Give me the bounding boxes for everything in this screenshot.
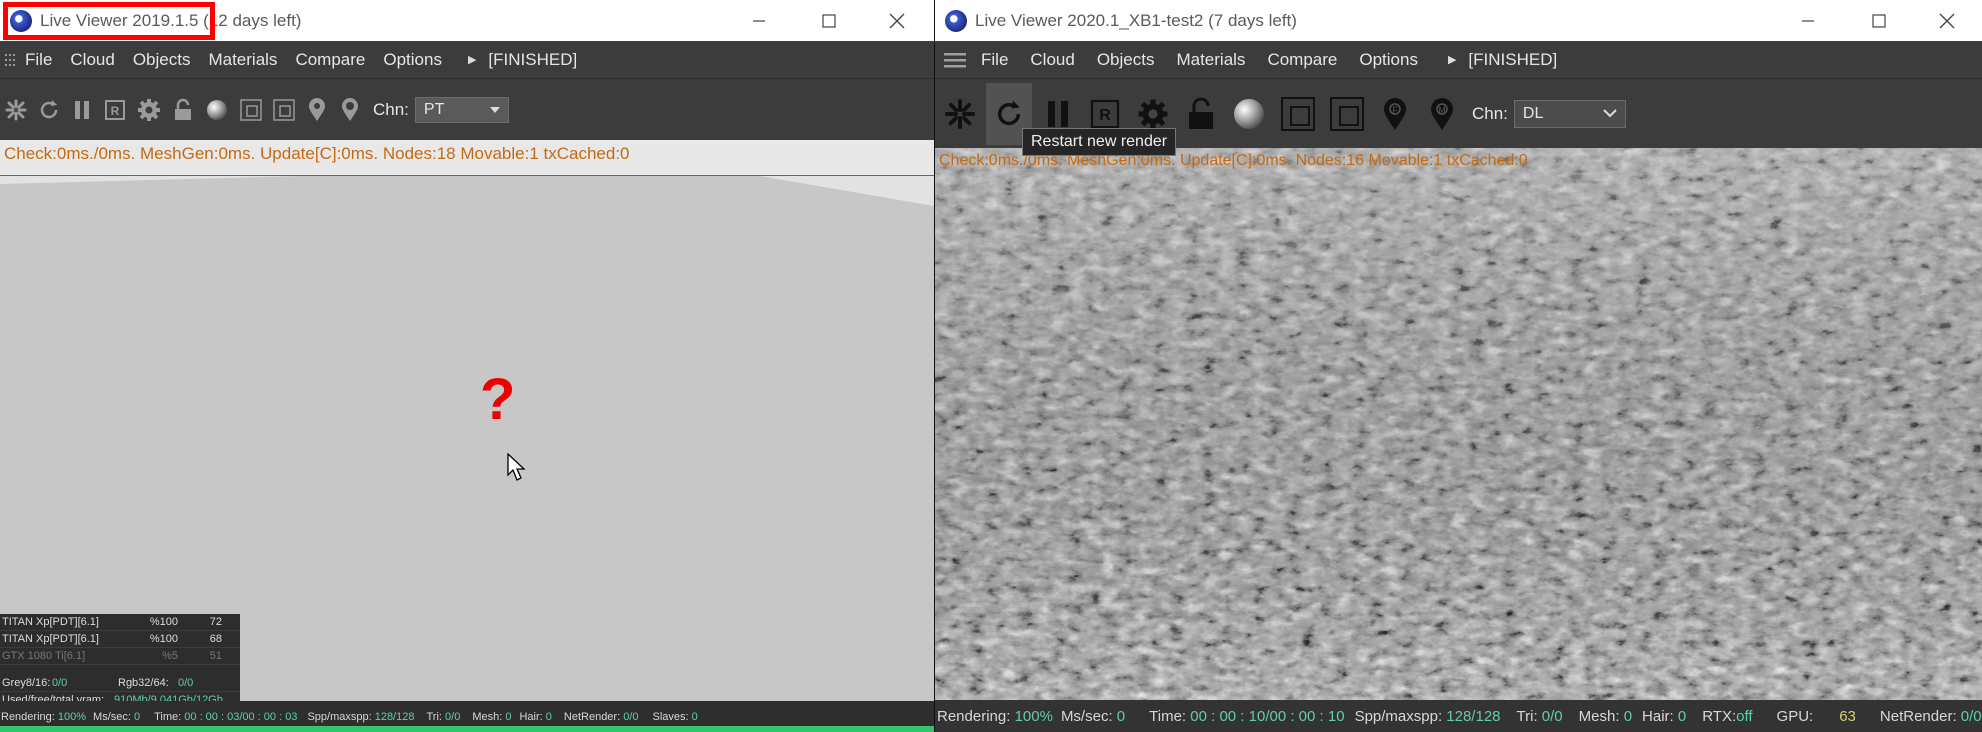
mem-row: Grey8/16: 0/0 Rgb32/64: 0/0 bbox=[0, 675, 240, 692]
render-status: [FINISHED] bbox=[1468, 49, 1558, 69]
channel-label: Chn: bbox=[373, 99, 409, 119]
menu-compare[interactable]: Compare bbox=[1267, 50, 1337, 70]
right-window-title: Live Viewer 2020.1_XB1-test2 (7 days lef… bbox=[975, 10, 1297, 30]
chevron-down-icon bbox=[1603, 109, 1617, 118]
left-status-bar: Rendering: 100% Ms/sec: 0 Time: 00 : 00 … bbox=[0, 701, 934, 732]
chevron-down-icon bbox=[489, 106, 500, 113]
minimize-icon bbox=[1802, 19, 1814, 22]
menu-compare[interactable]: Compare bbox=[295, 50, 365, 70]
grip-icon bbox=[5, 53, 15, 66]
channel-value: DL bbox=[1522, 104, 1544, 122]
settings-gear-icon[interactable] bbox=[134, 96, 164, 124]
pause-icon[interactable] bbox=[68, 96, 96, 124]
right-title-bar[interactable]: Live Viewer 2020.1_XB1-test2 (7 days lef… bbox=[935, 0, 1982, 41]
octane-logo-icon bbox=[945, 9, 967, 32]
left-stats-line: Check:0ms./0ms. MeshGen:0ms. Update[C]:0… bbox=[4, 144, 630, 163]
menu-materials[interactable]: Materials bbox=[1176, 50, 1245, 70]
granite-texture bbox=[935, 148, 1982, 700]
lock-icon[interactable] bbox=[169, 96, 197, 124]
clay-mode-icon[interactable] bbox=[1276, 91, 1320, 137]
svg-text:M: M bbox=[1438, 105, 1446, 115]
left-menu-bar: File Cloud Objects Materials Compare Opt… bbox=[0, 41, 934, 78]
channel-value: PT bbox=[423, 100, 445, 118]
lock-camera-icon[interactable] bbox=[2, 96, 30, 124]
lock-icon[interactable] bbox=[1180, 91, 1222, 137]
pick-material-icon[interactable] bbox=[336, 96, 364, 124]
right-live-viewer-window: Live Viewer 2020.1_XB1-test2 (7 days lef… bbox=[934, 0, 1982, 732]
svg-text:R: R bbox=[1099, 107, 1111, 124]
menu-cloud[interactable]: Cloud bbox=[1030, 50, 1074, 70]
gpu-row: GTX 1080 Ti[6.1] %5 51 bbox=[0, 648, 240, 665]
svg-text:R: R bbox=[111, 104, 120, 118]
right-status-bar: Rendering: 100% Ms/sec: 0 Time: 00 : 00 … bbox=[935, 700, 1982, 732]
menu-file[interactable]: File bbox=[981, 50, 1008, 70]
mouse-cursor-icon bbox=[507, 453, 526, 481]
menu-cloud[interactable]: Cloud bbox=[70, 50, 114, 70]
channel-select[interactable]: PT bbox=[414, 96, 509, 123]
close-icon bbox=[1939, 13, 1955, 28]
menu-materials[interactable]: Materials bbox=[208, 50, 277, 70]
region-render-icon[interactable]: R bbox=[101, 96, 129, 124]
close-icon bbox=[889, 13, 905, 28]
hamburger-menu-icon[interactable] bbox=[943, 51, 967, 69]
left-live-viewer-window: Live Viewer 2019.1.5 (12 days left) File… bbox=[0, 0, 934, 732]
minimize-icon bbox=[753, 19, 765, 22]
left-toolbar: R Chn: PT bbox=[0, 78, 934, 140]
menu-file[interactable]: File bbox=[25, 50, 52, 70]
menu-objects[interactable]: Objects bbox=[133, 50, 191, 70]
gpu-row: TITAN Xp[PDT][6.1] %100 68 bbox=[0, 631, 240, 648]
right-close-button[interactable] bbox=[1912, 0, 1982, 41]
left-title-bar[interactable]: Live Viewer 2019.1.5 (12 days left) bbox=[0, 0, 934, 41]
left-maximize-button[interactable] bbox=[794, 0, 864, 41]
clay-mode-icon[interactable] bbox=[237, 96, 265, 124]
subsample-icon[interactable] bbox=[270, 96, 298, 124]
lock-camera-icon[interactable] bbox=[939, 91, 981, 137]
maximize-icon bbox=[822, 13, 836, 28]
subsample-icon[interactable] bbox=[1325, 91, 1369, 137]
menu-options[interactable]: Options bbox=[383, 50, 442, 70]
material-ball-icon[interactable] bbox=[202, 96, 232, 124]
gpu-row: TITAN Xp[PDT][6.1] %100 72 bbox=[0, 614, 240, 631]
pick-focus-icon[interactable]: F bbox=[1374, 91, 1416, 137]
render-status: [FINISHED] bbox=[488, 49, 578, 69]
right-menu-bar: File Cloud Objects Materials Compare Opt… bbox=[935, 41, 1982, 78]
channel-select[interactable]: DL bbox=[1513, 99, 1626, 128]
svg-text:F: F bbox=[1392, 105, 1398, 115]
restart-render-icon[interactable] bbox=[35, 96, 63, 124]
title-highlight-box bbox=[3, 2, 215, 40]
play-arrow-icon: ▶ bbox=[467, 54, 477, 66]
pick-focus-icon[interactable] bbox=[303, 96, 331, 124]
channel-label: Chn: bbox=[1472, 103, 1508, 123]
restart-render-tooltip: Restart new render bbox=[1022, 128, 1177, 156]
right-render-viewport[interactable] bbox=[935, 148, 1982, 700]
gpu-stats-table: TITAN Xp[PDT][6.1] %100 72 TITAN Xp[PDT]… bbox=[0, 614, 240, 709]
left-minimize-button[interactable] bbox=[724, 0, 794, 41]
menu-options[interactable]: Options bbox=[1359, 50, 1418, 70]
right-maximize-button[interactable] bbox=[1844, 0, 1914, 41]
maximize-icon bbox=[1872, 13, 1886, 28]
play-arrow-icon: ▶ bbox=[1447, 54, 1457, 66]
restart-render-icon bbox=[997, 100, 1021, 125]
render-progress-bar bbox=[0, 726, 934, 732]
menu-objects[interactable]: Objects bbox=[1097, 50, 1155, 70]
left-close-button[interactable] bbox=[862, 0, 932, 41]
right-minimize-button[interactable] bbox=[1773, 0, 1843, 41]
question-mark: ? bbox=[480, 367, 516, 432]
material-ball-icon[interactable] bbox=[1227, 91, 1271, 137]
pick-material-icon[interactable]: M bbox=[1421, 91, 1463, 137]
